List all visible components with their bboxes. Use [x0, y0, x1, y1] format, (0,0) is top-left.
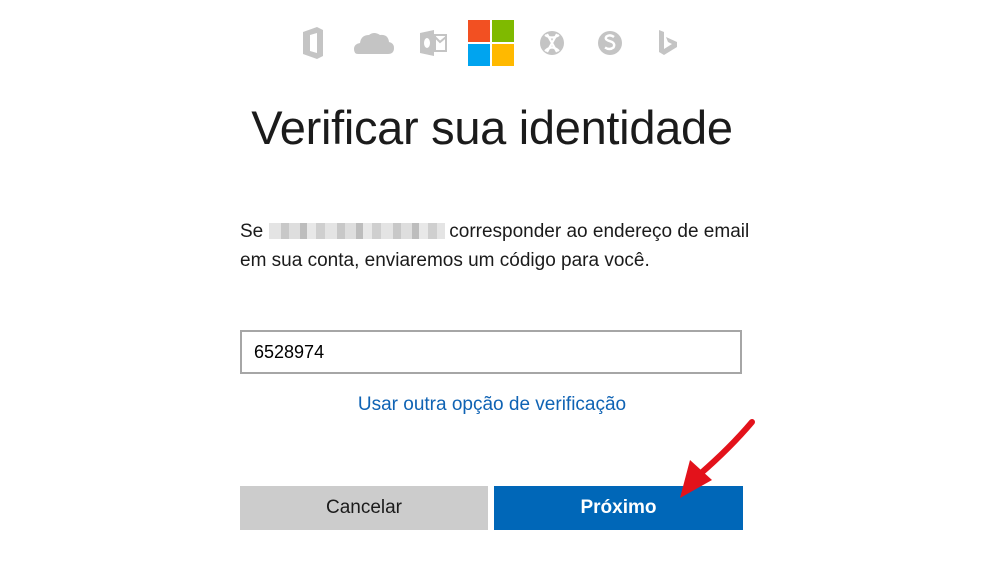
- description-prefix: Se: [240, 221, 264, 242]
- bing-icon: [659, 30, 677, 55]
- skype-icon: [598, 31, 622, 55]
- description-text: Se corresponder ao endereço de email em s…: [240, 217, 760, 275]
- page-title: Verificar sua identidade: [251, 101, 733, 154]
- outlook-icon: [420, 30, 447, 56]
- xbox-icon: [540, 31, 564, 55]
- product-icon-bar: [0, 18, 984, 68]
- cancel-button[interactable]: Cancelar: [240, 486, 488, 530]
- verification-code-input[interactable]: [240, 330, 742, 374]
- onedrive-icon: [354, 33, 394, 54]
- office-icon: [303, 27, 323, 59]
- microsoft-logo: [468, 20, 514, 66]
- other-verification-option-link[interactable]: Usar outra opção de verificação: [0, 394, 984, 416]
- redacted-email: [269, 223, 446, 239]
- annotation-arrow: [680, 419, 755, 498]
